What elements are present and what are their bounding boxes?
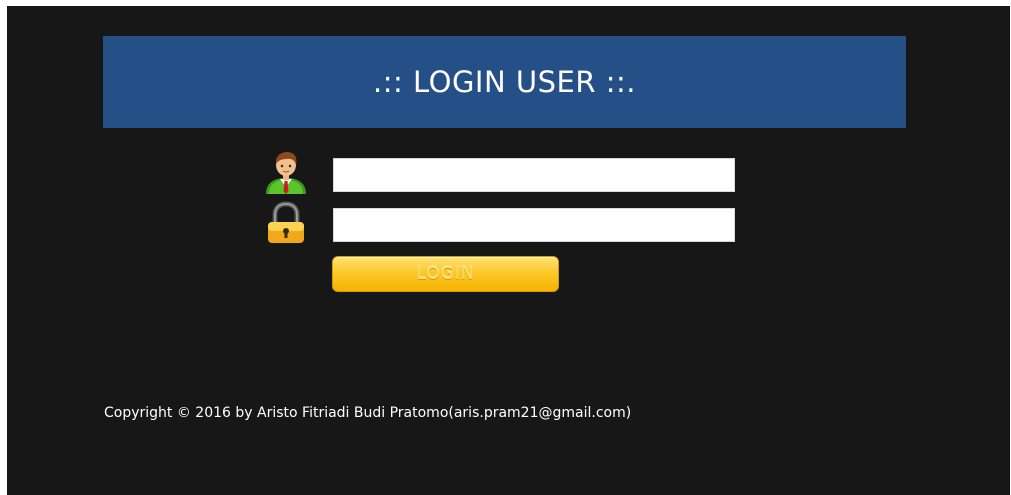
username-field[interactable] — [333, 158, 735, 192]
password-field[interactable] — [333, 208, 735, 242]
login-button[interactable]: LOGIN — [332, 256, 559, 292]
login-button-label: LOGIN — [416, 264, 475, 284]
login-header: .:: LOGIN USER ::. — [103, 36, 906, 128]
page-title: .:: LOGIN USER ::. — [373, 65, 636, 99]
copyright-text: Copyright © 2016 by Aristo Fitriadi Budi… — [104, 405, 632, 421]
user-icon — [262, 151, 310, 195]
lock-icon — [262, 201, 310, 245]
